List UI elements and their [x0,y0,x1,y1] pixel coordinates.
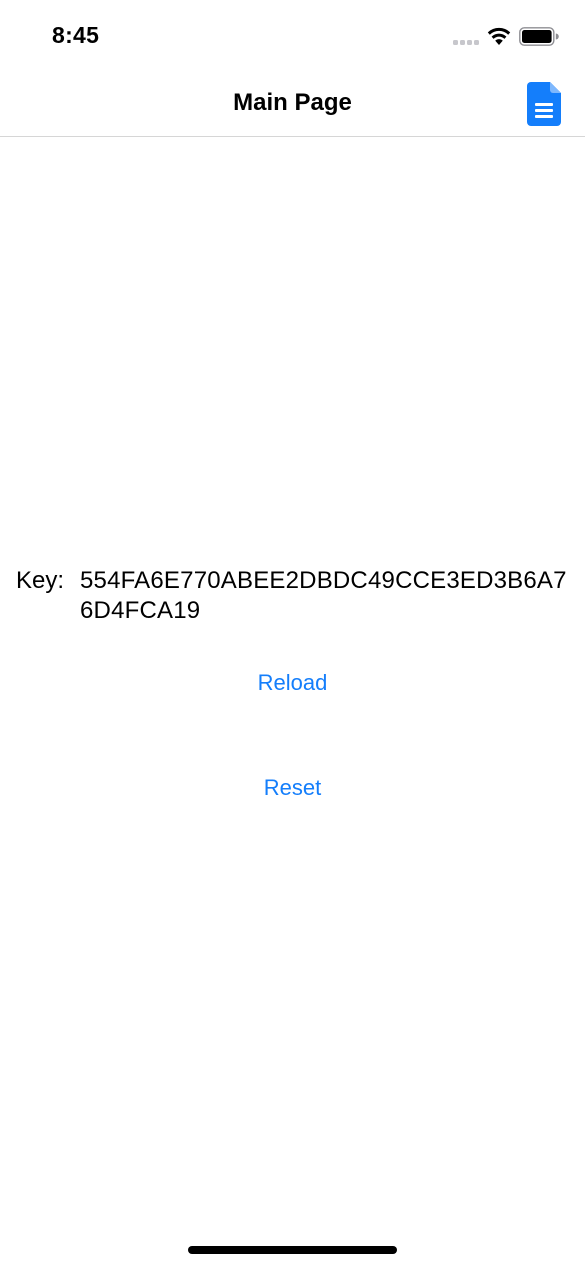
status-bar: 8:45 [0,0,585,72]
key-value: 554FA6E770ABEE2DBDC49CCE3ED3B6A76D4FCA19 [80,567,567,624]
battery-icon [519,27,559,46]
status-time: 8:45 [52,22,100,48]
document-button[interactable] [524,80,564,128]
reload-button[interactable]: Reload [0,670,585,696]
home-indicator[interactable] [188,1246,397,1254]
key-label: Key: [16,567,65,594]
document-icon [527,82,561,126]
wifi-icon [486,26,512,46]
cellular-signal-icon [453,40,480,46]
navigation-bar: Main Page [0,72,585,137]
page-title: Main Page [233,89,352,116]
reset-button[interactable]: Reset [0,775,585,801]
screen: 8:45 Main Page Key: 554FA6E770ABEE2DBDC4… [0,0,585,1266]
